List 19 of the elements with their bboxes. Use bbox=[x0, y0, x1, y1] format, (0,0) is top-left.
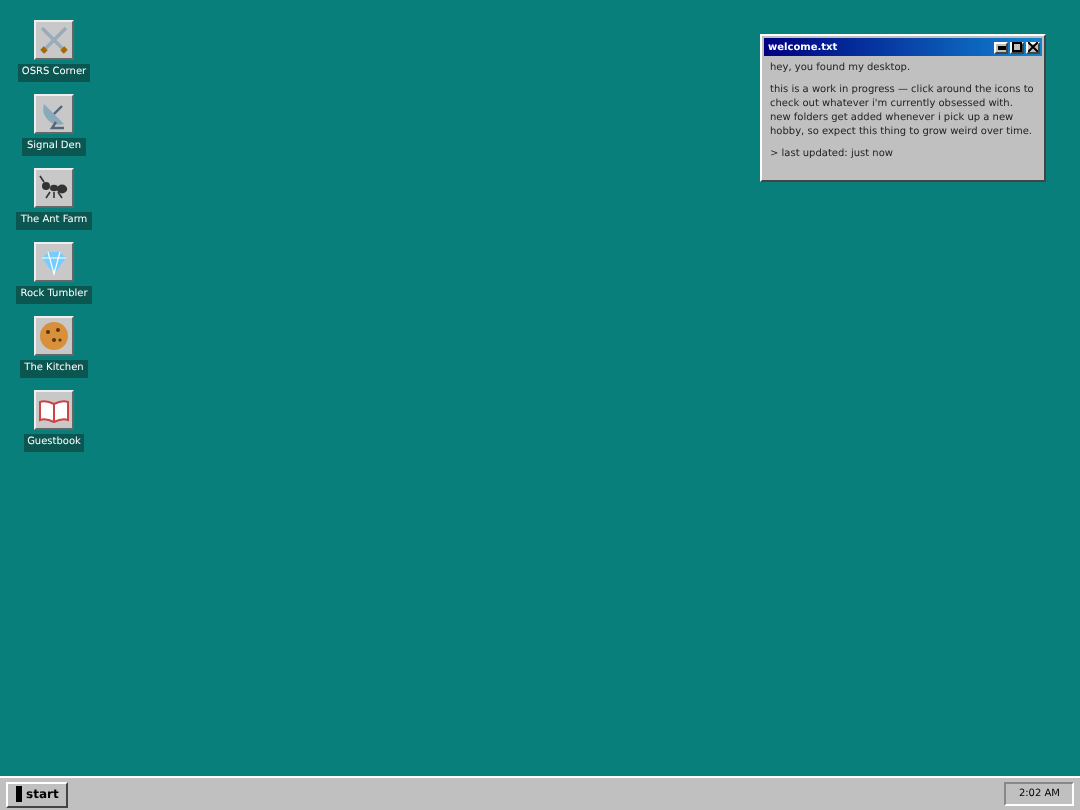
satellite-dish-icon bbox=[38, 98, 70, 130]
maximize-icon bbox=[1012, 42, 1022, 52]
desktop-icon[interactable] bbox=[34, 316, 74, 356]
ant-icon bbox=[38, 172, 70, 204]
close-button[interactable] bbox=[1026, 41, 1040, 53]
cookie-icon bbox=[38, 320, 70, 352]
desktop-icon[interactable] bbox=[34, 390, 74, 430]
start-icon bbox=[16, 786, 22, 802]
maximize-button[interactable] bbox=[1010, 41, 1024, 53]
desktop-icon[interactable] bbox=[34, 94, 74, 134]
open-book-icon bbox=[38, 394, 70, 426]
desktop-icon[interactable] bbox=[34, 20, 74, 60]
desktop-icon[interactable] bbox=[34, 242, 74, 282]
close-icon bbox=[1028, 42, 1038, 52]
desktop-icon[interactable] bbox=[34, 168, 74, 208]
minimize-button[interactable] bbox=[994, 41, 1008, 53]
swords-icon bbox=[38, 24, 70, 56]
gem-icon bbox=[38, 246, 70, 278]
minimize-icon bbox=[997, 45, 1005, 49]
